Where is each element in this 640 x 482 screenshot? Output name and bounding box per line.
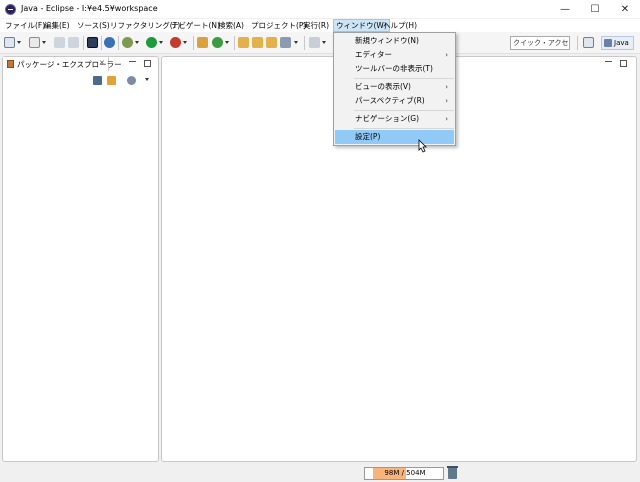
title-bar: Java - Eclipse - I:¥e4.5¥workspace — ☐ ✕	[0, 0, 640, 19]
new-java-project-icon[interactable]	[197, 37, 208, 48]
menu-item-hide-toolbar[interactable]: ツールバーの非表示(T)	[335, 62, 454, 76]
save-all-icon[interactable]	[68, 37, 79, 48]
focus-icon[interactable]	[127, 76, 136, 85]
toolbar-separator	[304, 36, 305, 50]
eclipse-icon	[5, 4, 16, 15]
java-perspective-button[interactable]: Java	[601, 36, 634, 50]
java-perspective-icon	[604, 39, 612, 47]
editor-minimize-icon[interactable]	[605, 60, 612, 62]
external-tools-dropdown-icon[interactable]	[183, 41, 187, 44]
external-tools-icon[interactable]	[170, 37, 181, 48]
menu-item-label: 新規ウィンドウ(N)	[355, 36, 419, 45]
menu-file[interactable]: ファイル(F)	[3, 19, 47, 32]
heap-status[interactable]: 98M / 504M	[364, 467, 444, 480]
menu-item-show-view[interactable]: ビューの表示(V) ›	[335, 80, 454, 94]
collapse-all-icon[interactable]	[93, 76, 102, 85]
new-file-dropdown-icon[interactable]	[42, 41, 46, 44]
search-dropdown-icon[interactable]	[294, 41, 298, 44]
debug-dropdown-icon[interactable]	[135, 41, 139, 44]
perspective-label: Java	[614, 39, 629, 47]
menu-item-label: ナビゲーション(G)	[355, 114, 420, 123]
toolbar-separator	[577, 36, 578, 50]
heap-status-text: 98M / 504M	[384, 469, 426, 477]
menu-help[interactable]: ヘルプ(H)	[381, 19, 419, 32]
close-button[interactable]: ✕	[610, 0, 640, 19]
toolbar-separator	[118, 36, 119, 50]
package-explorer-tab-row: パッケージ・エクスプローラー ✕	[3, 57, 158, 71]
package-explorer-tab-label: パッケージ・エクスプローラー	[17, 60, 122, 69]
submenu-arrow-icon: ›	[445, 83, 448, 91]
run-icon[interactable]	[146, 37, 157, 48]
new-class-dropdown-icon[interactable]	[225, 41, 229, 44]
menu-search[interactable]: 検索(A)	[216, 19, 246, 32]
maximize-button[interactable]: ☐	[580, 0, 610, 19]
toolbar-separator	[193, 36, 194, 50]
toolbar-separator	[234, 36, 235, 50]
open-type-icon[interactable]	[238, 37, 249, 48]
menu-item-label: ビューの表示(V)	[355, 82, 411, 91]
submenu-arrow-icon: ›	[445, 115, 448, 123]
menu-source[interactable]: ソース(S)	[75, 19, 112, 32]
search-icon[interactable]	[280, 37, 291, 48]
menu-separator	[354, 128, 454, 129]
globe-icon[interactable]	[104, 37, 115, 48]
menu-item-label: 設定(P)	[355, 132, 381, 141]
menu-item-perspective[interactable]: パースペクティブ(R) ›	[335, 94, 454, 108]
package-explorer-toolbar	[3, 73, 158, 87]
menu-item-label: エディター	[355, 50, 392, 59]
annotation-icon[interactable]	[309, 37, 320, 48]
toolbar-separator	[101, 36, 102, 50]
menu-item-navigation[interactable]: ナビゲーション(G) ›	[335, 112, 454, 126]
terminal-icon[interactable]	[87, 37, 98, 48]
submenu-arrow-icon: ›	[445, 51, 448, 59]
package-icon	[7, 60, 14, 68]
close-tab-icon[interactable]: ✕	[99, 59, 105, 67]
workbench: パッケージ・エクスプローラー ✕	[0, 54, 640, 464]
link-with-editor-icon[interactable]	[107, 76, 116, 85]
run-dropdown-icon[interactable]	[159, 41, 163, 44]
package-explorer-tab[interactable]: パッケージ・エクスプローラー ✕	[3, 57, 122, 71]
open-task-icon[interactable]	[266, 37, 277, 48]
quick-access-input[interactable]: クイック・アクセス	[510, 36, 570, 50]
menu-run[interactable]: 実行(R)	[301, 19, 331, 32]
menu-separator	[354, 110, 454, 111]
open-folder-icon[interactable]	[252, 37, 263, 48]
new-dropdown-icon[interactable]	[17, 41, 21, 44]
menu-item-label: ツールバーの非表示(T)	[355, 64, 433, 73]
garbage-collect-icon[interactable]	[447, 466, 458, 479]
new-java-class-icon[interactable]	[212, 37, 223, 48]
window-menu-dropdown: 新規ウィンドウ(N) エディター › ツールバーの非表示(T) ビューの表示(V)…	[333, 32, 456, 146]
annotation-dropdown-icon[interactable]	[322, 41, 326, 44]
submenu-arrow-icon: ›	[445, 97, 448, 105]
window-title: Java - Eclipse - I:¥e4.5¥workspace	[21, 4, 158, 13]
status-bar: 98M / 504M	[0, 464, 640, 482]
editor-maximize-icon[interactable]	[620, 60, 627, 67]
minimize-view-icon[interactable]	[129, 60, 136, 62]
toolbar-separator	[83, 36, 84, 50]
menu-item-preferences[interactable]: 設定(P)	[335, 130, 454, 144]
save-icon[interactable]	[54, 37, 65, 48]
package-explorer-panel: パッケージ・エクスプローラー ✕	[2, 56, 159, 462]
open-perspective-icon[interactable]	[583, 37, 594, 48]
menu-item-editor[interactable]: エディター ›	[335, 48, 454, 62]
minimize-button[interactable]: —	[550, 0, 580, 19]
menu-bar: ファイル(F) 編集(E) ソース(S) リファクタリング(T) ナビゲート(N…	[0, 19, 640, 32]
menu-navigate[interactable]: ナビゲート(N)	[169, 19, 222, 32]
view-menu-icon[interactable]	[145, 78, 149, 81]
menu-project[interactable]: プロジェクト(P)	[249, 19, 308, 32]
mouse-cursor-icon	[418, 139, 427, 153]
menu-item-new-window[interactable]: 新規ウィンドウ(N)	[335, 34, 454, 48]
new-file-icon[interactable]	[29, 37, 40, 48]
main-toolbar: クイック・アクセス Java	[0, 32, 640, 54]
menu-item-label: パースペクティブ(R)	[355, 96, 425, 105]
debug-icon[interactable]	[122, 37, 133, 48]
menu-edit[interactable]: 編集(E)	[42, 19, 72, 32]
menu-separator	[354, 78, 454, 79]
maximize-view-icon[interactable]	[144, 60, 151, 67]
new-icon[interactable]	[4, 37, 15, 48]
